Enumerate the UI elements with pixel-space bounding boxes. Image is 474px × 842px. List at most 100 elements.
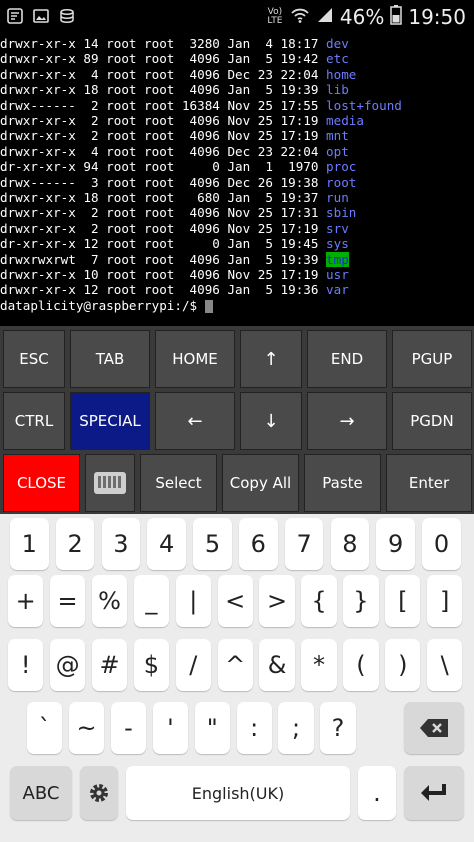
file-meta: drwxr-xr-x 10 root root 4096 Nov 25 17:1… <box>0 267 327 282</box>
clock: 19:50 <box>408 5 466 29</box>
end-key[interactable]: END <box>307 330 387 388</box>
directory-name: lost+found <box>326 97 402 113</box>
image-icon <box>32 8 50 26</box>
home-key[interactable]: HOME <box>155 330 235 388</box>
status-bar: Vo) LTE 46% 19:50 <box>0 0 474 34</box>
period-key[interactable]: . <box>358 766 396 820</box>
terminal-line: drwxr-xr-x 2 root root 4096 Nov 25 17:19… <box>0 113 364 128</box>
paste-key[interactable]: Paste <box>304 454 381 512</box>
key-row4-2[interactable]: - <box>110 702 147 754</box>
file-meta: drwxr-xr-x 89 root root 4096 Jan 5 19:42 <box>0 51 327 67</box>
key-row1-7[interactable]: 8 <box>330 518 370 570</box>
key-row2-7[interactable]: { <box>301 575 337 627</box>
return-key[interactable] <box>404 766 464 820</box>
terminal-line: drwxr-xr-x 89 root root 4096 Jan 5 19:42… <box>0 51 349 66</box>
terminal-line: drwxr-xr-x 12 root root 4096 Jan 5 19:36… <box>0 282 349 297</box>
terminal-line: drwxr-xr-x 18 root root 4096 Jan 5 19:39… <box>0 82 349 97</box>
file-meta: drwxr-xr-x 2 root root 4096 Nov 25 17:31 <box>0 205 327 221</box>
keyboard-toggle-key[interactable] <box>85 454 135 512</box>
close-key[interactable]: CLOSE <box>3 454 80 512</box>
terminal-line: drwx------ 2 root root 16384 Nov 25 17:5… <box>0 98 402 113</box>
directory-name: var <box>326 282 349 298</box>
directory-name: dev <box>326 36 349 51</box>
key-row2-8[interactable]: } <box>343 575 379 627</box>
file-meta: drwxr-xr-x 4 root root 4096 Dec 23 22:04 <box>0 66 327 82</box>
terminal-line: drwxr-xr-x 2 root root 4096 Nov 25 17:19… <box>0 221 349 236</box>
key-row3-3[interactable]: $ <box>133 639 170 691</box>
file-meta: drwxr-xr-x 2 root root 4096 Nov 25 17:19 <box>0 220 327 236</box>
status-left-icons <box>6 8 76 26</box>
special-key[interactable]: SPECIAL <box>70 392 150 450</box>
tab-key[interactable]: TAB <box>70 330 150 388</box>
key-row1-0[interactable]: 1 <box>10 518 49 570</box>
key-row3-0[interactable]: ! <box>8 639 44 691</box>
enter-key[interactable]: Enter <box>386 454 472 512</box>
key-row4-1[interactable]: ~ <box>68 702 105 754</box>
key-row1-1[interactable]: 2 <box>55 518 95 570</box>
key-row3-1[interactable]: @ <box>49 639 86 691</box>
key-row4-3[interactable]: ' <box>152 702 189 754</box>
key-row4-6[interactable]: ; <box>278 702 314 754</box>
file-meta: dr-xr-xr-x 12 root root 0 Jan 5 19:45 <box>0 236 327 252</box>
key-row1-8[interactable]: 9 <box>376 518 415 570</box>
key-row2-5[interactable]: < <box>217 575 253 627</box>
abc-key[interactable]: ABC <box>10 766 72 820</box>
key-row3-10[interactable]: \ <box>427 639 463 691</box>
key-row2-6[interactable]: > <box>259 575 295 627</box>
battery-percent: 46% <box>339 5 385 29</box>
key-row4-7[interactable]: ? <box>320 702 356 754</box>
key-row2-1[interactable]: = <box>49 575 86 627</box>
file-meta: drwxr-xr-x 14 root root 3280 Jan 4 18:17 <box>0 36 327 51</box>
terminal-line: drwxrwxrwt 7 root root 4096 Jan 5 19:39 … <box>0 251 349 267</box>
terminal-line: drwxr-xr-x 18 root root 680 Jan 5 19:37 … <box>0 190 349 205</box>
key-row3-4[interactable]: / <box>175 639 211 691</box>
directory-name: root <box>326 174 357 190</box>
prompt-line[interactable]: dataplicity@raspberrypi:/$ <box>0 298 213 313</box>
esc-key[interactable]: ESC <box>3 330 65 388</box>
key-row3-9[interactable]: ) <box>385 639 421 691</box>
terminal-line: drwxr-xr-x 10 root root 4096 Nov 25 17:1… <box>0 267 349 282</box>
key-row1-9[interactable]: 0 <box>422 518 461 570</box>
key-row1-3[interactable]: 4 <box>147 518 186 570</box>
key-row2-2[interactable]: % <box>91 575 128 627</box>
space-key[interactable]: English(UK) <box>126 766 350 820</box>
key-row3-2[interactable]: # <box>91 639 128 691</box>
terminal-line: drwxr-xr-x 4 root root 4096 Dec 23 22:04… <box>0 144 349 159</box>
file-meta: drwxr-xr-x 2 root root 4096 Nov 25 17:19 <box>0 113 327 128</box>
key-row1-4[interactable]: 5 <box>193 518 232 570</box>
key-row1-6[interactable]: 7 <box>284 518 324 570</box>
directory-name: lib <box>326 82 349 98</box>
key-row4-5[interactable]: : <box>236 702 272 754</box>
key-row2-10[interactable]: ] <box>427 575 463 627</box>
key-row1-2[interactable]: 3 <box>101 518 141 570</box>
arrow-down-key[interactable]: ↓ <box>240 392 302 450</box>
key-row2-3[interactable]: _ <box>133 575 170 627</box>
copy-all-key[interactable]: Copy All <box>222 454 299 512</box>
pgup-key[interactable]: PGUP <box>392 330 472 388</box>
terminal-output[interactable]: drwxr-xr-x 14 root root 3280 Jan 4 18:17… <box>0 34 474 326</box>
key-row2-4[interactable]: | <box>175 575 211 627</box>
file-meta: dr-xr-xr-x 94 root root 0 Jan 1 1970 <box>0 159 327 175</box>
key-row2-0[interactable]: + <box>8 575 44 627</box>
key-row3-7[interactable]: * <box>301 639 337 691</box>
arrow-right-key[interactable]: → <box>307 392 387 450</box>
key-row3-6[interactable]: & <box>259 639 295 691</box>
settings-key[interactable] <box>80 766 118 820</box>
terminal-line: dr-xr-xr-x 94 root root 0 Jan 1 1970 pro… <box>0 159 356 174</box>
file-meta: drwx------ 2 root root 16384 Nov 25 17:5… <box>0 97 327 113</box>
key-row2-9[interactable]: [ <box>385 575 421 627</box>
arrow-up-key[interactable]: ↑ <box>240 330 302 388</box>
key-row3-8[interactable]: ( <box>343 639 379 691</box>
file-meta: drwxr-xr-x 4 root root 4096 Dec 23 22:04 <box>0 143 327 159</box>
ctrl-key[interactable]: CTRL <box>3 392 65 450</box>
select-key[interactable]: Select <box>140 454 217 512</box>
arrow-left-key[interactable]: ← <box>155 392 235 450</box>
key-row3-5[interactable]: ^ <box>217 639 253 691</box>
file-meta: drwx------ 3 root root 4096 Dec 26 19:38 <box>0 174 327 190</box>
key-row4-4[interactable]: " <box>194 702 230 754</box>
key-row4-0[interactable]: ` <box>27 702 63 754</box>
terminal-line: drwxr-xr-x 2 root root 4096 Nov 25 17:19… <box>0 128 349 143</box>
backspace-key[interactable] <box>404 702 464 754</box>
key-row1-5[interactable]: 6 <box>239 518 278 570</box>
pgdn-key[interactable]: PGDN <box>392 392 472 450</box>
